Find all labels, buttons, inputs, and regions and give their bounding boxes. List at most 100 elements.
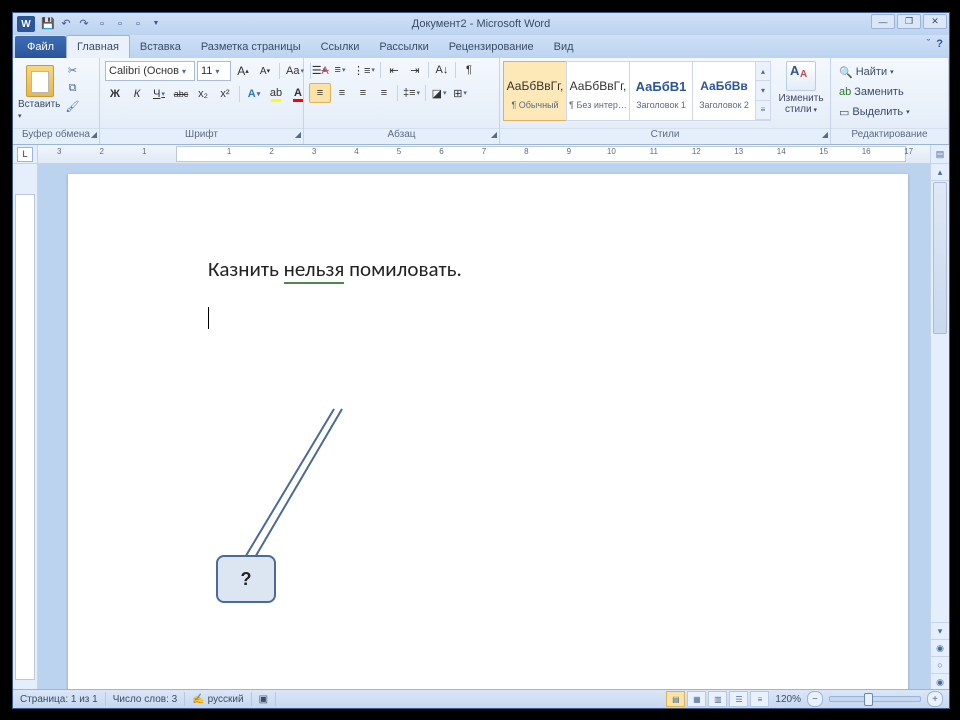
- callout-shape[interactable]: ?: [216, 409, 356, 612]
- vertical-scrollbar[interactable]: ▴ ▾ ◉ ○ ◉: [930, 164, 949, 690]
- font-name-combo[interactable]: Calibri (Основ▾: [105, 61, 195, 81]
- minimize-ribbon-icon[interactable]: ˇ: [927, 38, 931, 50]
- tab-mailings[interactable]: Рассылки: [369, 36, 438, 58]
- tab-home[interactable]: Главная: [66, 35, 130, 58]
- increase-indent-icon[interactable]: ⇥: [405, 61, 425, 79]
- decrease-indent-icon[interactable]: ⇤: [384, 61, 404, 79]
- change-styles-button[interactable]: Изменить стили ▾: [775, 61, 827, 115]
- save-icon[interactable]: 💾: [41, 17, 55, 31]
- tab-stop-selector[interactable]: L: [13, 145, 38, 163]
- undo-icon[interactable]: ↶: [59, 17, 73, 31]
- zoom-out-button[interactable]: −: [807, 691, 823, 707]
- paste-button[interactable]: Вставить ▾: [18, 61, 62, 125]
- help-icon[interactable]: ?: [936, 38, 943, 50]
- shading-icon[interactable]: ◪▾: [429, 84, 449, 102]
- select-button[interactable]: ▭Выделить▾: [836, 103, 913, 121]
- status-proofing[interactable]: ✍русский: [185, 692, 251, 706]
- status-words[interactable]: Число слов: 3: [106, 692, 185, 706]
- borders-icon[interactable]: ⊞▾: [450, 84, 470, 102]
- zoom-level[interactable]: 120%: [775, 694, 801, 705]
- prev-page-icon[interactable]: ◉: [931, 639, 949, 656]
- minimize-button[interactable]: —: [871, 14, 895, 29]
- multilevel-icon[interactable]: ⋮≡▾: [351, 61, 377, 79]
- status-page[interactable]: Страница: 1 из 1: [13, 692, 106, 706]
- view-web-icon[interactable]: ▥: [708, 691, 727, 707]
- qat-icon2[interactable]: ▫: [113, 17, 127, 31]
- text-effects-icon[interactable]: A▾: [244, 85, 264, 103]
- format-painter-icon[interactable]: 🖌: [65, 99, 80, 114]
- tab-view[interactable]: Вид: [544, 36, 584, 58]
- shrink-font-icon[interactable]: A▾: [255, 62, 275, 80]
- font-size-combo[interactable]: 11▾: [197, 61, 231, 81]
- scroll-down-icon[interactable]: ▾: [931, 622, 949, 639]
- horizontal-ruler[interactable]: 3211234567891011121314151617: [38, 145, 930, 163]
- redo-icon[interactable]: ↷: [77, 17, 91, 31]
- styles-scroll: ▴ ▾ ≡: [755, 61, 771, 121]
- line-spacing-icon[interactable]: ‡≡▾: [401, 84, 422, 102]
- scroll-up-icon[interactable]: ▴: [931, 164, 949, 181]
- styles-dialog-icon[interactable]: ◢: [822, 130, 828, 139]
- align-center-icon[interactable]: ≡: [332, 84, 352, 102]
- replace-button[interactable]: abЗаменить: [836, 83, 913, 101]
- restore-button[interactable]: ❐: [897, 14, 921, 29]
- status-macro[interactable]: ▣: [252, 692, 276, 706]
- style-normal[interactable]: АаБбВвГг,¶ Обычный: [503, 61, 567, 121]
- justify-icon[interactable]: ≡: [374, 84, 394, 102]
- group-clipboard-label: Буфер обмена: [22, 129, 90, 140]
- next-page-icon[interactable]: ◉: [931, 673, 949, 690]
- align-left-icon[interactable]: ≡: [309, 83, 331, 103]
- clipboard-dialog-icon[interactable]: ◢: [91, 130, 97, 139]
- font-dialog-icon[interactable]: ◢: [295, 130, 301, 139]
- tab-insert[interactable]: Вставка: [130, 36, 191, 58]
- ruler-tick: 7: [463, 147, 505, 156]
- style-heading1[interactable]: АаБбВ1Заголовок 1: [629, 61, 693, 121]
- bold-button[interactable]: Ж: [105, 85, 125, 103]
- subscript-button[interactable]: x₂: [193, 85, 213, 103]
- underline-button[interactable]: Ч▾: [149, 85, 169, 103]
- strike-button[interactable]: abc: [171, 85, 191, 103]
- bullets-icon[interactable]: ☰▾: [309, 61, 329, 79]
- zoom-slider[interactable]: [829, 696, 921, 702]
- tab-layout[interactable]: Разметка страницы: [191, 36, 311, 58]
- qat-more-icon[interactable]: ▼: [149, 17, 163, 31]
- superscript-button[interactable]: x²: [215, 85, 235, 103]
- document-viewport[interactable]: Казнить нельзя помиловать. ?: [38, 164, 930, 690]
- close-button[interactable]: ✕: [923, 14, 947, 29]
- view-draft-icon[interactable]: ≡: [750, 691, 769, 707]
- quick-access-toolbar: 💾 ↶ ↷ ▫ ▫ ▫ ▼: [41, 17, 163, 31]
- sort-icon[interactable]: A↓: [432, 61, 452, 79]
- cut-icon[interactable]: ✂: [65, 63, 80, 78]
- view-print-layout-icon[interactable]: ▤: [666, 691, 685, 707]
- scroll-thumb[interactable]: [933, 182, 947, 334]
- tab-file[interactable]: Файл: [15, 36, 66, 58]
- copy-icon[interactable]: ⧉: [65, 81, 80, 96]
- styles-up-icon[interactable]: ▴: [756, 62, 770, 81]
- title-bar: W 💾 ↶ ↷ ▫ ▫ ▫ ▼ Документ2 - Microsoft Wo…: [13, 13, 949, 35]
- qat-icon3[interactable]: ▫: [131, 17, 145, 31]
- tab-review[interactable]: Рецензирование: [439, 36, 544, 58]
- document-content[interactable]: Казнить нельзя помиловать.: [208, 256, 818, 329]
- align-right-icon[interactable]: ≡: [353, 84, 373, 102]
- style-heading2[interactable]: АаБбВвЗаголовок 2: [692, 61, 756, 121]
- tab-references[interactable]: Ссылки: [311, 36, 370, 58]
- italic-button[interactable]: К: [127, 85, 147, 103]
- style-nospacing[interactable]: АаБбВвГг,¶ Без интер…: [566, 61, 630, 121]
- view-outline-icon[interactable]: ☰: [729, 691, 748, 707]
- paragraph-dialog-icon[interactable]: ◢: [491, 130, 497, 139]
- highlight-icon[interactable]: ab: [266, 85, 286, 103]
- ruler-toggle-icon[interactable]: ▤: [930, 145, 949, 163]
- numbering-icon[interactable]: ≡▾: [330, 61, 350, 79]
- word-icon: W: [17, 16, 35, 32]
- styles-more-icon[interactable]: ≡: [756, 101, 770, 120]
- zoom-in-button[interactable]: +: [927, 691, 943, 707]
- find-button[interactable]: 🔍Найти▾: [836, 63, 913, 81]
- document-area: Казнить нельзя помиловать. ? ▴ ▾ ◉ ○: [13, 164, 949, 690]
- grow-font-icon[interactable]: A▴: [233, 62, 253, 80]
- browse-object-icon[interactable]: ○: [931, 656, 949, 673]
- styles-down-icon[interactable]: ▾: [756, 81, 770, 100]
- show-marks-icon[interactable]: ¶: [459, 61, 479, 79]
- change-case-icon[interactable]: Aa▾: [284, 62, 306, 80]
- qat-icon[interactable]: ▫: [95, 17, 109, 31]
- view-fullscreen-icon[interactable]: ▦: [687, 691, 706, 707]
- vertical-ruler[interactable]: [13, 164, 38, 690]
